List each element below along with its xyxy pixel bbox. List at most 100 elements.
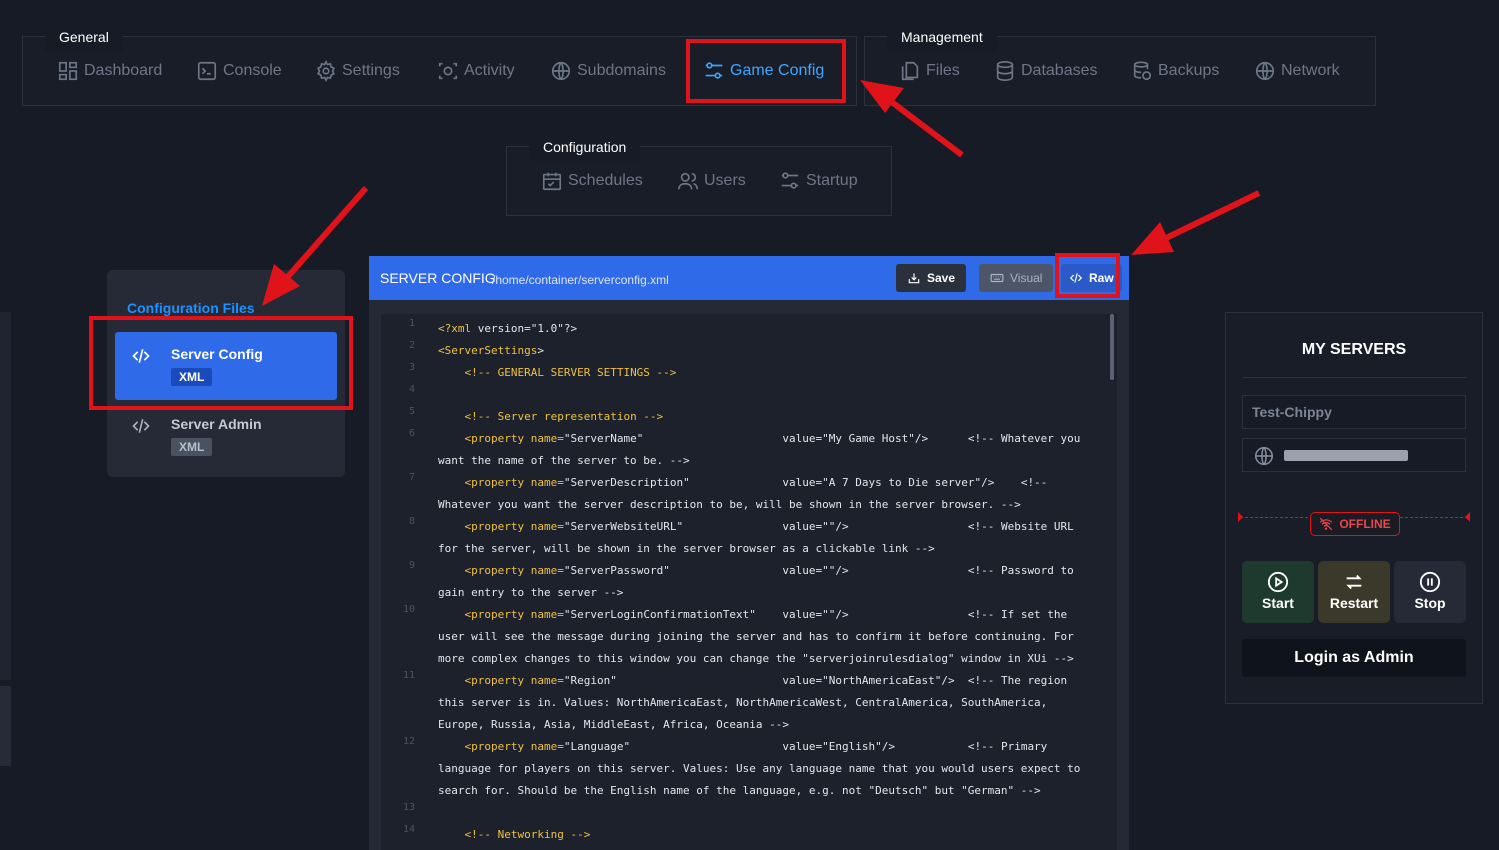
code-line: 11 <property name="Region" value="NorthA… [381, 670, 1101, 736]
line-number: 9 [408, 560, 415, 571]
raw-label: Raw [1089, 271, 1114, 285]
code-text: gain entry to the server --> [438, 586, 624, 599]
nav-item-label: Settings [342, 62, 400, 79]
activity-icon [438, 62, 458, 80]
status-badge: OFFLINE [1310, 512, 1400, 536]
nav-item-console[interactable]: Console [196, 59, 282, 83]
nav-item-label: Console [223, 62, 282, 79]
nav-item-activity[interactable]: Activity [437, 59, 515, 83]
code-text: <property name="ServerWebsiteURL" value=… [464, 520, 1074, 533]
globe-icon [551, 61, 571, 81]
code-line: 9 <property name="ServerPassword" value=… [381, 560, 1101, 604]
config-file-server-admin[interactable]: Server Admin XML [115, 402, 337, 470]
config-file-name: Server Config [171, 346, 263, 362]
wifi-off-icon [1320, 517, 1333, 531]
code-text: user will see the message during joining… [438, 630, 1074, 643]
code-text: Whatever you want the server description… [438, 498, 1021, 511]
nav-group-title: General [45, 23, 123, 51]
backups-icon [1133, 61, 1152, 81]
save-icon [908, 273, 920, 284]
code-line: 12 <property name="Language" value="Engl… [381, 736, 1101, 802]
code-line: 1 <?xml version="1.0"?> [381, 318, 1101, 340]
code-text: <!-- Networking --> [464, 828, 591, 841]
server-name[interactable]: Test-Chippy [1242, 395, 1466, 429]
annotation-arrow [1131, 190, 1261, 255]
dashboard-icon [58, 61, 78, 81]
sliders-icon [705, 62, 723, 79]
config-files-panel: Configuration Files Server Config XML Se… [107, 270, 345, 477]
start-button[interactable]: Start [1242, 561, 1314, 623]
code-line: 5 <!-- Server representation --> [381, 406, 1101, 428]
nav-item-users[interactable]: Users [677, 169, 746, 193]
visual-mode-button[interactable]: Visual [979, 264, 1054, 292]
nav-item-label: Subdomains [577, 62, 666, 79]
nav-item-label: Files [926, 62, 960, 79]
nav-item-settings[interactable]: Settings [315, 59, 400, 83]
nav-item-files[interactable]: Files [899, 59, 960, 83]
config-file-name: Server Admin [171, 416, 262, 432]
nav-item-label: Network [1281, 62, 1340, 79]
nav-item-label: Databases [1021, 62, 1098, 79]
code-text: this server is in. Values: NorthAmericaE… [438, 696, 1048, 709]
start-label: Start [1262, 595, 1294, 611]
editor-scrollbar[interactable] [1110, 314, 1114, 380]
console-icon [197, 61, 217, 81]
gear-icon [317, 60, 335, 82]
visual-label: Visual [1010, 271, 1043, 285]
login-as-admin-button[interactable]: Login as Admin [1242, 639, 1466, 677]
nav-item-game-config[interactable]: Game Config [703, 59, 824, 83]
code-line: 13 [381, 802, 1101, 824]
nav-item-label: Startup [806, 172, 858, 189]
nav-item-dashboard[interactable]: Dashboard [57, 59, 162, 83]
users-icon [678, 172, 698, 190]
nav-item-backups[interactable]: Backups [1131, 59, 1219, 83]
line-number: 3 [408, 362, 415, 373]
code-line: 14 <!-- Networking --> [381, 824, 1101, 846]
line-number: 11 [402, 670, 415, 681]
code-text: <property name="Region" value="NorthAmer… [464, 674, 1068, 687]
nav-item-startup[interactable]: Startup [779, 169, 858, 193]
raw-mode-button[interactable]: Raw [1061, 264, 1122, 292]
keyboard-icon [990, 273, 1004, 283]
nav-item-databases[interactable]: Databases [994, 59, 1098, 83]
code-editor-area[interactable]: 1 <?xml version="1.0"?> 2 <ServerSettings> 3… [381, 314, 1117, 850]
editor-header: SERVER CONFIG /home/container/serverconf… [369, 256, 1129, 300]
line-number: 2 [408, 340, 415, 351]
stop-button[interactable]: Stop [1394, 561, 1466, 623]
database-icon [996, 61, 1014, 81]
line-number: 4 [408, 384, 415, 395]
nav-item-subdomains[interactable]: Subdomains [550, 59, 666, 83]
line-number: 14 [402, 824, 415, 835]
editor-file-path: /home/container/serverconfig.xml [492, 273, 669, 287]
left-edge-panel-lower [0, 686, 11, 766]
code-icon [132, 419, 150, 433]
code-text: language for players on this server. Val… [438, 762, 1081, 775]
nav-group-management: Management Files Databases Backups Netwo… [864, 23, 1376, 106]
line-number: 12 [402, 736, 415, 747]
nav-item-schedules[interactable]: Schedules [541, 169, 643, 193]
code-text: <!-- Server representation --> [464, 410, 664, 423]
code-icon [132, 349, 150, 363]
save-label: Save [927, 271, 956, 285]
sliders-icon [781, 172, 799, 189]
code-text: <!-- GENERAL SERVER SETTINGS --> [464, 366, 677, 379]
status-text: OFFLINE [1339, 517, 1391, 531]
code-text: Europe, Russia, Asia, MiddleEast, Africa… [438, 718, 789, 731]
restart-icon [1346, 574, 1362, 590]
nav-group-title: Configuration [529, 133, 641, 161]
config-file-server-config[interactable]: Server Config XML [115, 332, 337, 400]
nav-item-label: Game Config [730, 62, 825, 79]
save-button[interactable]: Save [896, 264, 967, 292]
nav-item-network[interactable]: Network [1254, 59, 1340, 83]
line-number: 5 [408, 406, 415, 417]
calendar-icon [542, 172, 562, 191]
restart-button[interactable]: Restart [1318, 561, 1390, 623]
code-text: <property name="Language" value="English… [464, 740, 1048, 753]
server-address[interactable] [1242, 438, 1466, 472]
code-line: 8 <property name="ServerWebsiteURL" valu… [381, 516, 1101, 560]
nav-group-general: General Dashboard Console Settings Activ… [22, 23, 857, 106]
globe-icon [1255, 447, 1273, 465]
line-number: 8 [408, 516, 415, 527]
